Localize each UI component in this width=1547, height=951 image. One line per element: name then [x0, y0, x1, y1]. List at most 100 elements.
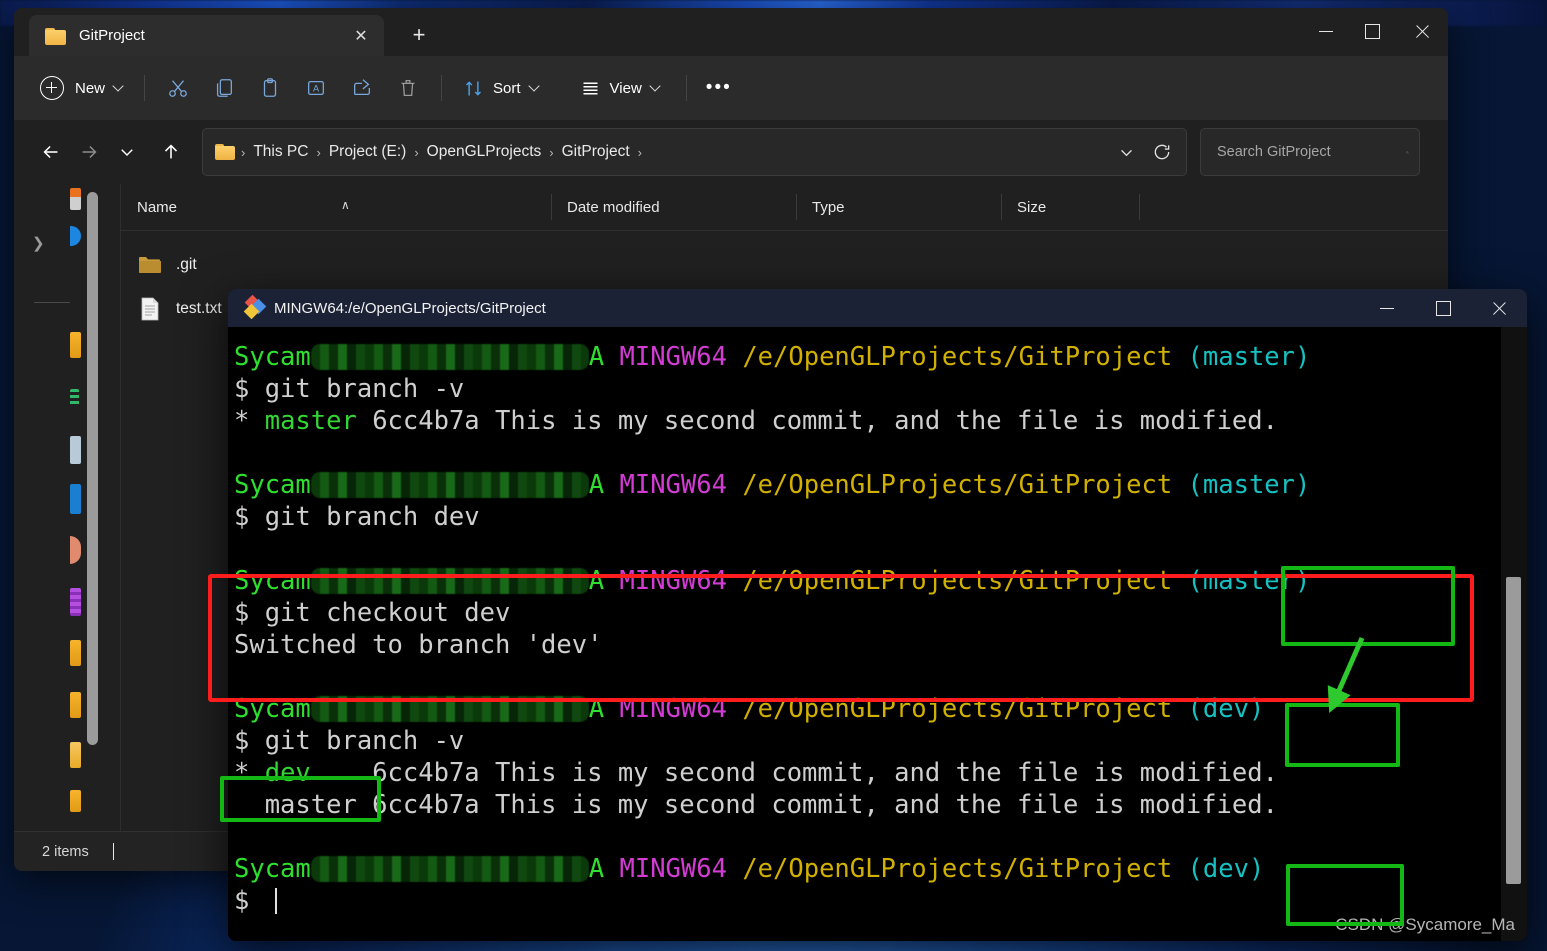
terminal-output-line: Switched to branch 'dev' — [234, 630, 603, 660]
terminal-close-button[interactable] — [1471, 289, 1527, 327]
close-icon — [1414, 23, 1430, 39]
terminal-command-line: $ git branch -v — [234, 726, 465, 756]
address-dropdown-button[interactable] — [1108, 133, 1144, 171]
column-header-size[interactable]: Size — [1001, 192, 1139, 222]
chevron-down-icon — [112, 80, 124, 92]
terminal-scrollbar[interactable] — [1501, 327, 1527, 941]
view-button[interactable]: View — [569, 69, 670, 107]
share-button[interactable] — [339, 68, 385, 108]
explorer-window-controls — [1302, 8, 1448, 54]
up-button[interactable] — [152, 133, 190, 171]
terminal-minimize-button[interactable] — [1359, 289, 1415, 327]
share-icon — [354, 79, 370, 96]
prompt-branch-dev-last-boxed: (dev) — [1187, 854, 1265, 884]
text-file-glyph — [141, 297, 159, 321]
breadcrumb-gitproject[interactable]: GitProject — [555, 138, 637, 166]
maximize-button[interactable] — [1349, 8, 1396, 54]
column-header-date-modified[interactable]: Date modified — [551, 192, 796, 222]
more-options-button[interactable]: ••• — [697, 69, 741, 107]
new-button[interactable]: New — [32, 69, 134, 107]
search-input[interactable] — [1215, 143, 1406, 161]
view-icon — [583, 81, 598, 95]
minimize-icon — [1318, 30, 1333, 32]
nav-item-icon[interactable] — [70, 332, 81, 358]
address-bar[interactable]: › This PC › Project (E:) › OpenGLProject… — [202, 128, 1187, 176]
cut-icon — [169, 80, 187, 97]
column-header-row: Name ∧ Date modified Type Size — [121, 184, 1448, 231]
terminal-maximize-button[interactable] — [1415, 289, 1471, 327]
prompt-shell: MINGW64 — [619, 694, 727, 724]
nav-item-icon[interactable] — [70, 692, 81, 718]
paste-button[interactable] — [247, 68, 293, 108]
forward-button[interactable] — [70, 133, 108, 171]
copy-button[interactable] — [201, 68, 247, 108]
explorer-address-row: › This PC › Project (E:) › OpenGLProject… — [14, 120, 1448, 184]
prompt-path: /e/OpenGLProjects/GitProject — [742, 470, 1173, 500]
terminal-command-line: $ git branch -v — [234, 374, 465, 404]
terminal-scrollbar-thumb[interactable] — [1506, 577, 1521, 884]
terminal-prompt-symbol: $ — [234, 886, 265, 916]
nav-item-icon[interactable] — [70, 188, 81, 210]
folder-icon — [137, 255, 163, 275]
explorer-tab-gitproject[interactable]: GitProject ✕ — [29, 15, 384, 56]
delete-button[interactable] — [385, 68, 431, 108]
terminal-command-line: $ — [234, 885, 1501, 917]
close-button[interactable] — [1396, 8, 1448, 54]
toolbar-divider — [685, 75, 687, 101]
text-file-icon — [137, 297, 163, 321]
sort-button[interactable]: Sort — [452, 69, 549, 107]
search-container[interactable] — [1200, 128, 1420, 176]
column-label: Name — [137, 198, 178, 216]
recent-locations-button[interactable] — [108, 133, 146, 171]
nav-item-icon[interactable] — [70, 588, 81, 616]
expand-tree-icon[interactable]: ❯ — [32, 234, 45, 252]
terminal-command-line: $ git checkout dev — [234, 598, 511, 628]
nav-item-icon[interactable] — [70, 640, 81, 666]
column-header-name[interactable]: Name ∧ — [121, 192, 551, 222]
nav-item-icon[interactable] — [70, 790, 81, 812]
nav-item-icon[interactable] — [70, 389, 79, 407]
prompt-shell: MINGW64 — [619, 566, 727, 596]
nav-item-icon[interactable] — [70, 536, 81, 564]
sort-ascending-icon: ∧ — [341, 198, 350, 212]
nav-item-icon[interactable] — [70, 742, 81, 768]
breadcrumb-openglprojects[interactable]: OpenGLProjects — [420, 138, 549, 166]
prompt-path: /e/OpenGLProjects/GitProject — [742, 854, 1173, 884]
close-tab-icon[interactable]: ✕ — [348, 23, 374, 49]
prompt-path: /e/OpenGLProjects/GitProject — [742, 342, 1173, 372]
file-list-item-git[interactable]: .git — [121, 243, 1448, 287]
copy-icon — [216, 79, 232, 97]
terminal-command-line: $ git branch dev — [234, 502, 480, 532]
terminal-prompt-line: Sycam A MINGW64 /e/OpenGLProjects/GitProj… — [234, 853, 1501, 885]
nav-item-icon[interactable] — [70, 436, 81, 464]
redacted-hostname — [310, 472, 589, 498]
sort-label: Sort — [493, 79, 521, 97]
column-label: Type — [812, 198, 845, 216]
breadcrumb-project-e[interactable]: Project (E:) — [322, 138, 414, 166]
redacted-hostname — [310, 696, 589, 722]
cut-button[interactable] — [155, 68, 201, 108]
terminal-output-line: master 6cc4b7a This is my second commit,… — [234, 790, 1278, 820]
paste-icon — [263, 78, 277, 97]
refresh-icon — [1154, 144, 1170, 160]
breadcrumb-separator: › — [549, 144, 554, 160]
column-header-type[interactable]: Type — [796, 192, 1001, 222]
minimize-button[interactable] — [1302, 8, 1349, 54]
navigation-pane: ❯ — [14, 184, 121, 831]
new-tab-button[interactable]: + — [404, 20, 434, 50]
nav-item-icon[interactable] — [70, 226, 81, 246]
rename-button[interactable]: A — [293, 68, 339, 108]
redacted-hostname — [310, 856, 589, 882]
navigation-scrollbar[interactable] — [87, 192, 98, 745]
prompt-path: /e/OpenGLProjects/GitProject — [742, 566, 1173, 596]
terminal-prompt-line: Sycam A MINGW64 /e/OpenGLProjects/GitProj… — [234, 341, 1501, 373]
back-button[interactable] — [32, 133, 70, 171]
nav-item-icon[interactable] — [70, 484, 81, 514]
refresh-button[interactable] — [1144, 133, 1180, 171]
breadcrumb-this-pc[interactable]: This PC — [246, 138, 315, 166]
terminal-screen[interactable]: Sycam A MINGW64 /e/OpenGLProjects/GitProj… — [228, 327, 1527, 941]
file-name-label: .git — [176, 256, 197, 273]
